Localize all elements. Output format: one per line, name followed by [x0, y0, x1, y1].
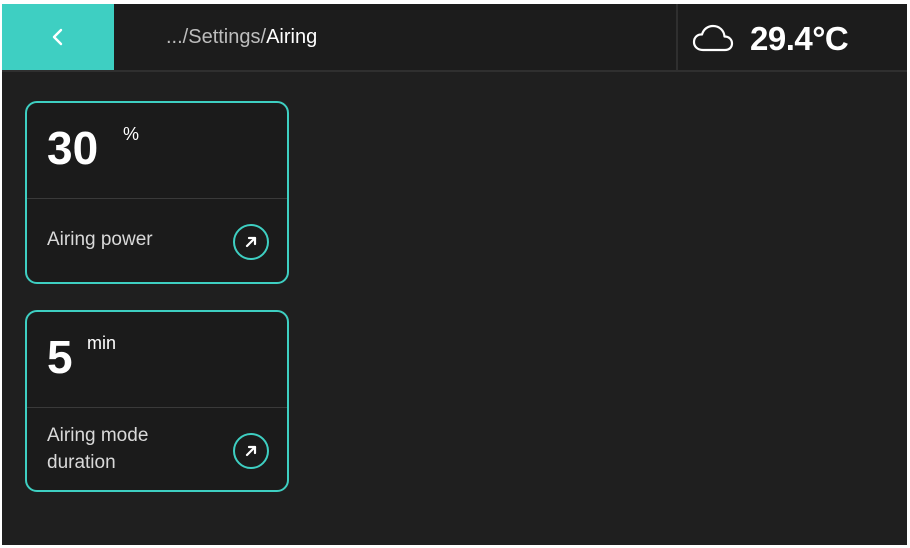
- airing-duration-label-line1: Airing mode: [47, 425, 149, 446]
- breadcrumb: .../Settings/Airing: [166, 26, 317, 49]
- breadcrumb-current: Airing: [266, 26, 318, 48]
- temperature-value: 29.4°C: [750, 20, 849, 57]
- top-bar: .../Settings/Airing 29.4°C: [2, 4, 907, 72]
- arrow-up-right-icon: [245, 236, 257, 248]
- airing-duration-unit: min: [87, 333, 117, 353]
- weather-widget: 29.4°C: [676, 4, 907, 70]
- airing-duration-label-line2: duration: [47, 452, 116, 473]
- airing-power-open-button[interactable]: [233, 224, 269, 260]
- breadcrumb-path[interactable]: .../Settings/: [166, 26, 266, 48]
- arrow-up-right-icon: [245, 445, 257, 457]
- card-value-row: 30 %: [27, 103, 287, 199]
- airing-duration-open-button[interactable]: [233, 433, 269, 469]
- airing-duration-value: 5: [47, 331, 73, 383]
- airing-power-card[interactable]: 30 % Airing power: [25, 101, 289, 284]
- airing-duration-card[interactable]: 5 min Airing mode duration: [25, 310, 289, 492]
- cloud-icon: [692, 24, 734, 52]
- airing-power-unit: %: [123, 124, 140, 144]
- card-value-row: 5 min: [27, 312, 287, 408]
- airing-power-label: Airing power: [47, 229, 153, 250]
- chevron-left-icon: [52, 28, 63, 46]
- airing-settings-screen: .../Settings/Airing 29.4°C 30 % Airing p…: [2, 4, 907, 545]
- back-button[interactable]: [2, 4, 114, 70]
- airing-power-value: 30: [47, 122, 99, 174]
